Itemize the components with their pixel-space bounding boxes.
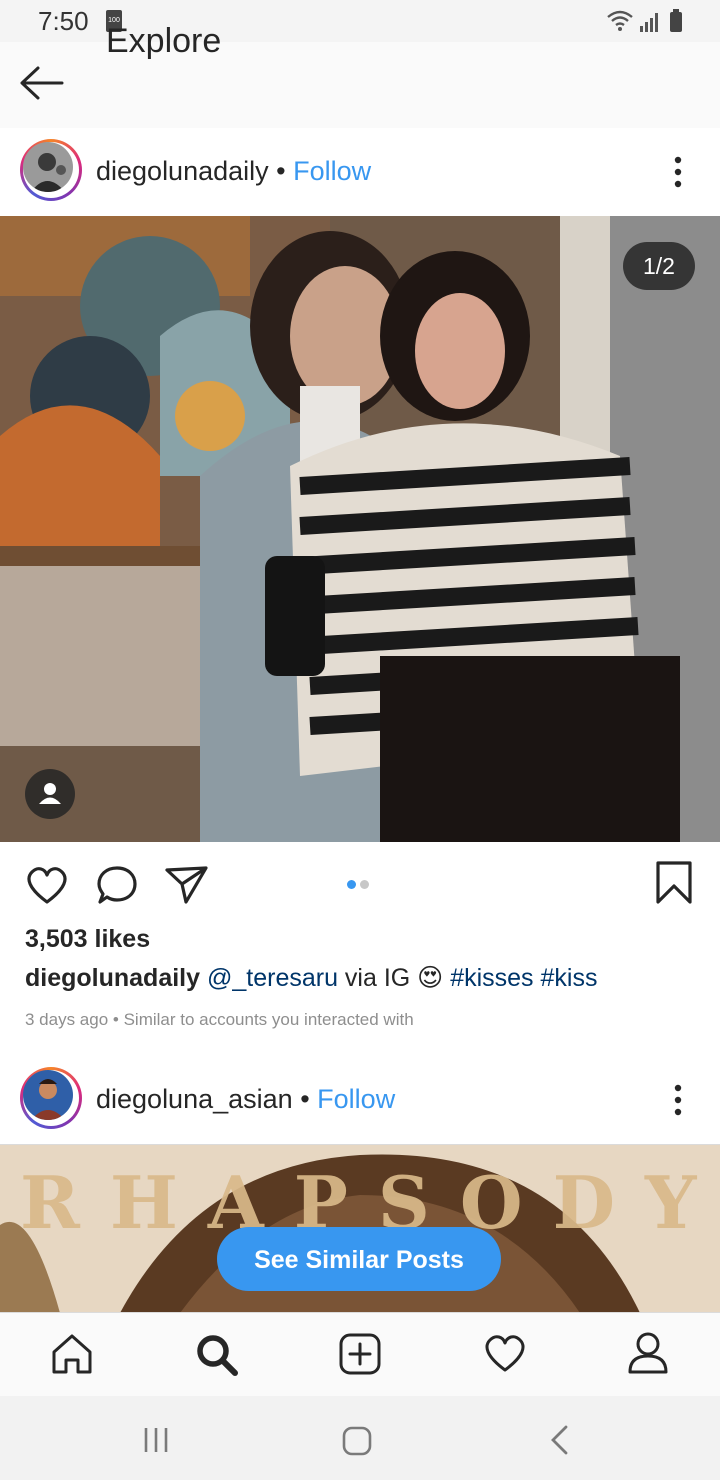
avatar-photo: [23, 142, 73, 192]
caption-hashtags[interactable]: #kisses #kiss: [450, 964, 597, 992]
signal-icon: [640, 13, 658, 32]
avatar[interactable]: [20, 1067, 82, 1129]
status-icons: [607, 9, 682, 32]
comment-icon[interactable]: [96, 864, 140, 906]
image-counter-badge: 1/2: [623, 242, 695, 290]
system-back-icon[interactable]: [548, 1424, 572, 1456]
page-title: Explore: [106, 22, 222, 60]
more-options-icon[interactable]: [666, 1084, 690, 1118]
caption-username[interactable]: diegolunadaily: [25, 964, 200, 992]
status-time: 7:50: [38, 6, 89, 36]
separator: •: [300, 1084, 310, 1114]
post-username-line: diegoluna_asian • Follow: [96, 1084, 395, 1115]
wifi-icon: [607, 10, 633, 31]
recent-apps-icon[interactable]: [142, 1426, 172, 1454]
home-button-icon[interactable]: [340, 1424, 374, 1458]
username-link[interactable]: diegoluna_asian: [96, 1084, 293, 1114]
caption-mention[interactable]: @_teresaru: [207, 964, 338, 992]
like-icon[interactable]: [24, 864, 70, 906]
post-image[interactable]: [0, 216, 720, 842]
save-bookmark-icon[interactable]: [654, 860, 694, 906]
add-post-icon[interactable]: [338, 1332, 382, 1376]
carousel-dot-active: [347, 880, 356, 889]
avatar-photo: [23, 1070, 73, 1120]
share-icon[interactable]: [164, 864, 210, 906]
person-icon: [39, 783, 61, 804]
avatar[interactable]: [20, 139, 82, 201]
see-similar-posts-button[interactable]: See Similar Posts: [217, 1227, 501, 1291]
post-header: diegolunadaily • Follow: [0, 128, 720, 216]
post-username-line: diegolunadaily • Follow: [96, 156, 371, 187]
post-meta: 3 days ago • Similar to accounts you int…: [25, 1010, 414, 1029]
home-icon[interactable]: [50, 1332, 94, 1376]
carousel-dots: [347, 876, 373, 894]
carousel-dot: [360, 880, 369, 889]
activity-heart-icon[interactable]: [482, 1334, 528, 1374]
likes-count[interactable]: 3,503 likes: [25, 925, 150, 954]
more-options-icon[interactable]: [666, 156, 690, 190]
caption-emoji: 😍: [417, 964, 444, 992]
separator: •: [276, 156, 286, 186]
post-caption: diegolunadaily @_teresaru via IG 😍 #kiss…: [25, 963, 597, 993]
battery-icon: [670, 9, 682, 32]
tagged-people-button[interactable]: [25, 769, 75, 819]
follow-button[interactable]: Follow: [293, 156, 371, 186]
profile-icon[interactable]: [626, 1330, 670, 1376]
username-link[interactable]: diegolunadaily: [96, 156, 269, 186]
search-icon[interactable]: [194, 1332, 240, 1378]
back-arrow-icon[interactable]: [18, 64, 66, 104]
follow-button[interactable]: Follow: [317, 1084, 395, 1114]
post-header: diegoluna_asian • Follow: [0, 1056, 720, 1144]
caption-text: via IG: [337, 964, 418, 992]
